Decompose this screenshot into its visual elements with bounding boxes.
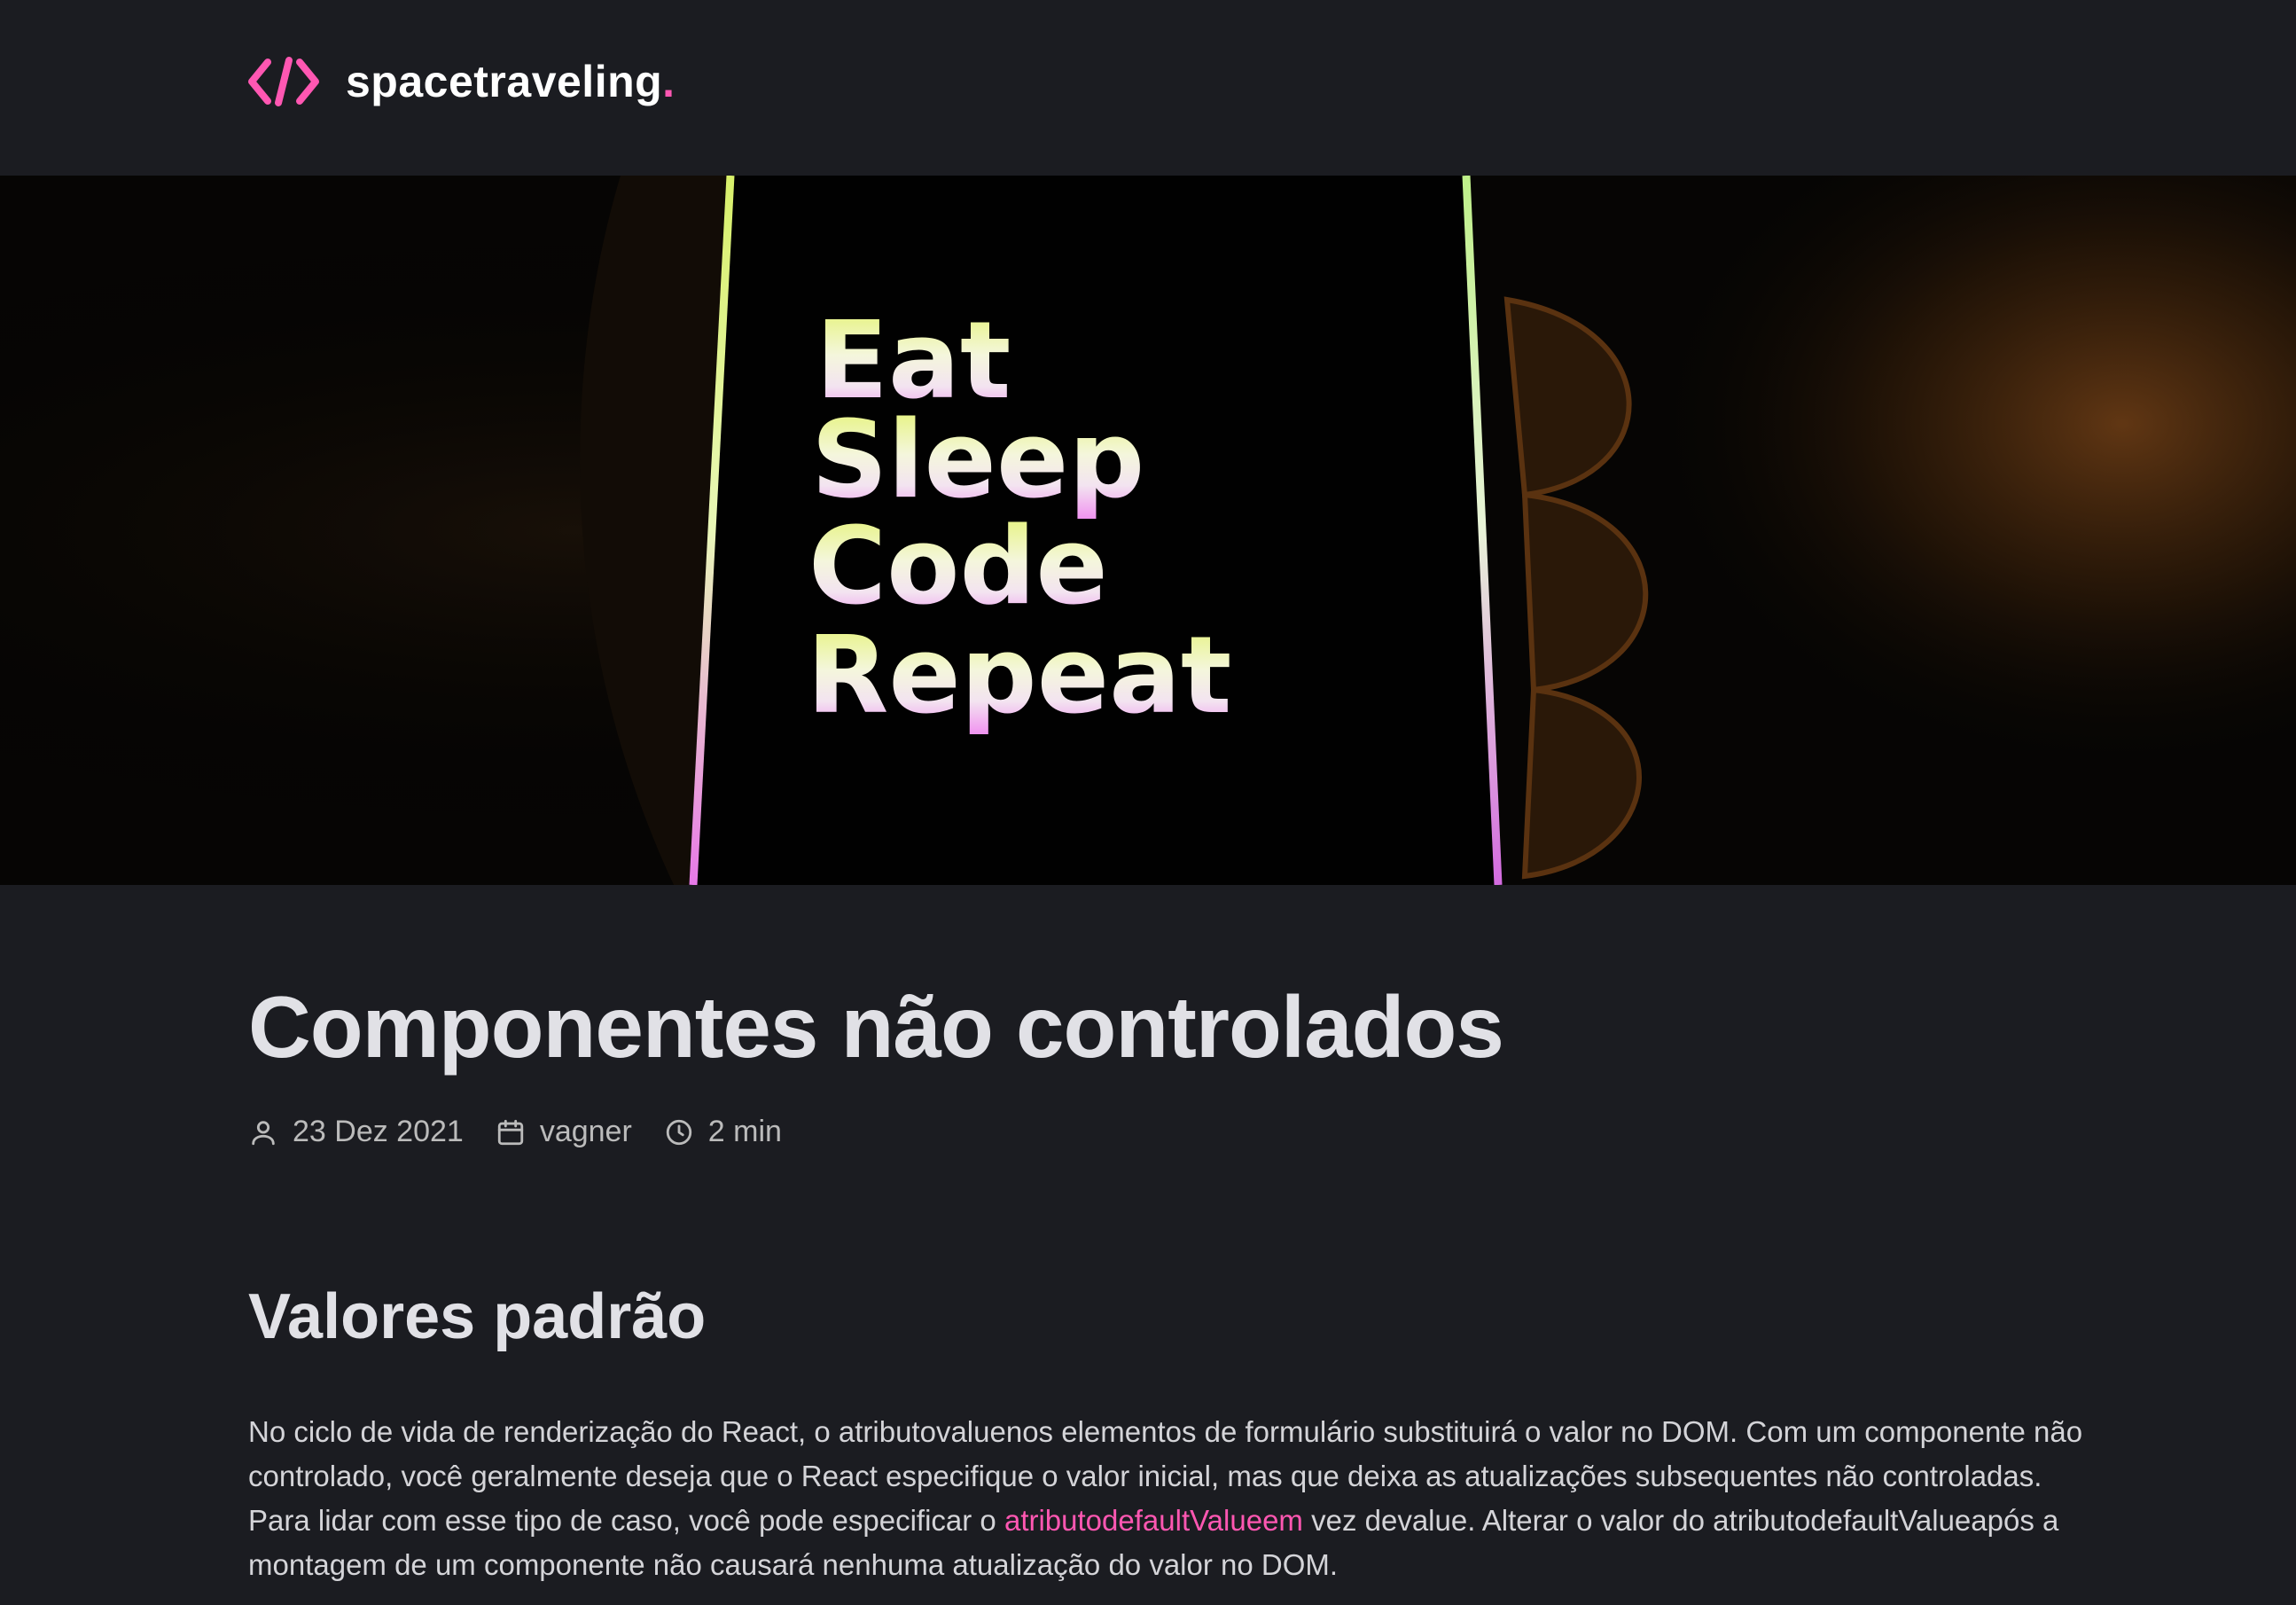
post-author: vagner (539, 1115, 632, 1149)
banner-line-code: Code (808, 505, 1108, 629)
post-banner-image: Eat Sleep Code Repeat (0, 176, 2296, 885)
post-content: Componentes não controlados 23 Dez 2021 … (248, 975, 2110, 1587)
home-logo-link[interactable]: spacetraveling . (248, 48, 675, 115)
site-header: spacetraveling . (0, 0, 2296, 176)
calendar-icon (497, 1119, 523, 1145)
default-value-link[interactable]: atributodefaultValueem (1004, 1504, 1303, 1537)
post-date: 23 Dez 2021 (293, 1115, 464, 1149)
meta-date: 23 Dez 2021 (248, 1115, 464, 1149)
brand-name: spacetraveling (346, 57, 663, 106)
post-title: Componentes não controlados (248, 978, 1504, 1076)
post-reading-time: 2 min (707, 1115, 782, 1149)
section-paragraph: No ciclo de vida de renderização do Reac… (248, 1410, 2110, 1587)
clock-icon (666, 1119, 691, 1145)
brand-dot: . (662, 57, 676, 106)
section-heading: Valores padrão (248, 1280, 707, 1352)
banner-line-sleep: Sleep (811, 399, 1144, 522)
meta-author: vagner (496, 1115, 632, 1149)
banner-line-repeat: Repeat (807, 615, 1231, 738)
post-meta: 23 Dez 2021 vagner 2 min (248, 1110, 2110, 1155)
code-brackets-icon (248, 57, 319, 106)
user-icon (252, 1120, 275, 1145)
meta-reading-time: 2 min (664, 1115, 782, 1149)
